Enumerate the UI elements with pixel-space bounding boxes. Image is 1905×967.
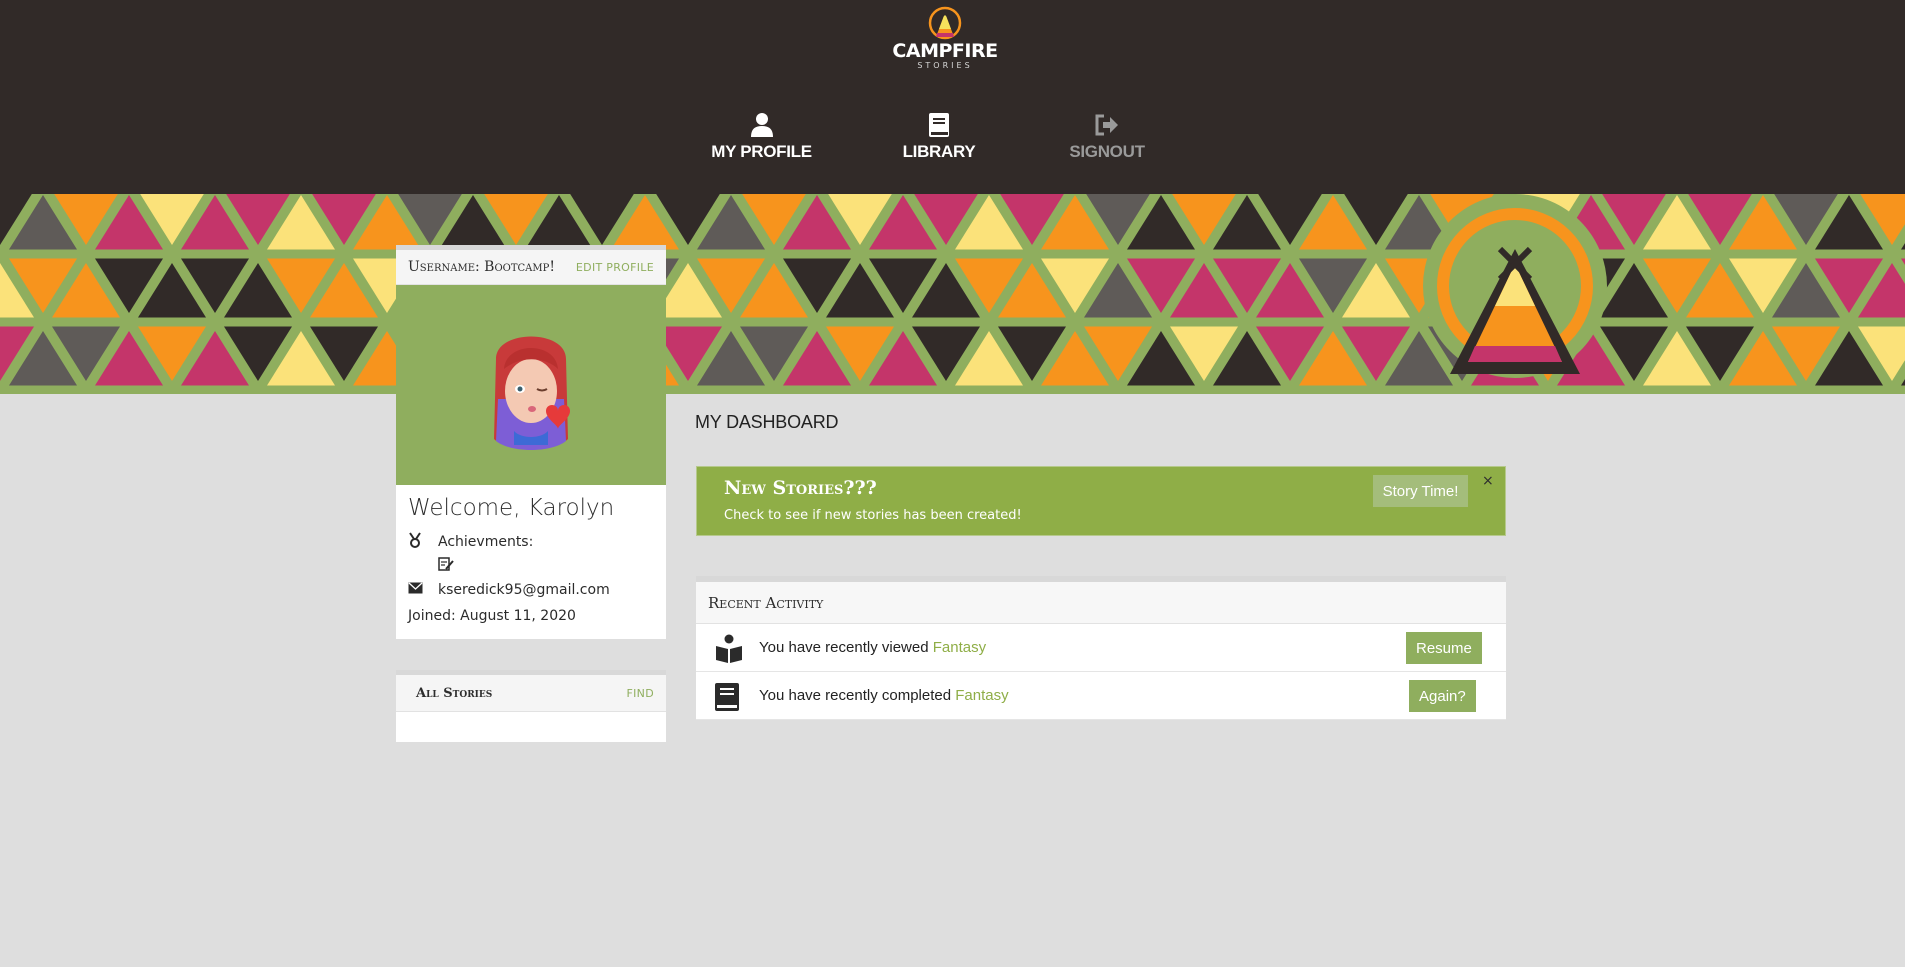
top-navbar: CAMPFIRE STORIES MY PROFILE LIBRARY SIGN… [0,0,1905,194]
username-label: Username: Bootcamp! [408,259,555,275]
activity-row: You have recently viewed Fantasy Resume [696,624,1506,672]
nav-signout[interactable]: SIGNOUT [1068,112,1146,166]
book-reader-icon [716,634,742,663]
activity-prefix: You have recently viewed [759,639,933,656]
achievements-row: Achievments: [396,531,666,553]
all-stories-header: All Stories FIND [396,670,666,712]
recent-activity-title: Recent Activity [708,593,824,612]
profile-card-header: Username: Bootcamp! EDIT PROFILE [396,245,666,285]
joined-value: Joined: August 11, 2020 [408,608,576,624]
page-title: MY DASHBOARD [695,412,839,432]
teepee-logo-icon [928,6,962,40]
resume-button[interactable]: Resume [1406,632,1482,664]
envelope-icon [408,582,438,598]
book-icon [929,113,949,137]
profile-card: Username: Bootcamp! EDIT PROFILE Welcome… [396,245,666,639]
campfire-logo[interactable]: CAMPFIRE STORIES [890,6,1000,78]
nav-my-profile-label: MY PROFILE [711,142,812,161]
find-stories-link[interactable]: FIND [627,687,654,700]
sign-out-icon [1095,114,1118,136]
triangle-pattern-banner [0,194,1905,394]
activity-story-link[interactable]: Fantasy [955,687,1008,704]
signature-icon [438,557,454,571]
joined-row: Joined: August 11, 2020 [396,605,666,627]
user-icon [750,113,773,137]
close-icon[interactable]: × [1482,473,1494,489]
email-value: kseredick95@gmail.com [438,582,610,598]
triangle-pattern [0,194,1905,386]
email-row: kseredick95@gmail.com [396,579,666,601]
nav-library[interactable]: LIBRARY [900,112,978,166]
nav-my-profile[interactable]: MY PROFILE [710,112,813,166]
nav-library-label: LIBRARY [902,142,976,161]
logo-subtext: STORIES [917,61,973,70]
story-time-button[interactable]: Story Time! [1373,475,1468,507]
edit-profile-link[interactable]: EDIT PROFILE [576,261,654,274]
activity-story-link[interactable]: Fantasy [933,639,986,656]
activity-prefix: You have recently completed [759,687,956,704]
book-icon [715,683,739,711]
activity-text: You have recently viewed Fantasy [759,639,986,656]
teepee-emblem-icon [1423,194,1607,378]
again-button[interactable]: Again? [1409,680,1476,712]
medal-icon [408,532,438,552]
nav-signout-label: SIGNOUT [1069,142,1145,161]
recent-activity-card: Recent Activity You have recently viewed… [696,576,1506,720]
recent-activity-header: Recent Activity [696,576,1506,624]
avatar-panel [396,285,666,485]
new-stories-alert: New Stories??? Check to see if new stori… [696,466,1506,536]
achievements-label: Achievments: [438,534,534,550]
welcome-heading: Welcome, Karolyn [408,495,615,521]
activity-row: You have recently completed Fantasy Agai… [696,672,1506,720]
alert-body: Check to see if new stories has been cre… [724,508,1022,523]
achievement-badges [396,553,666,575]
activity-text: You have recently completed Fantasy [759,687,1009,704]
all-stories-title: All Stories [416,685,493,701]
logo-text: CAMPFIRE [892,40,998,62]
avatar [494,336,570,450]
alert-title: New Stories??? [724,477,877,499]
all-stories-card: All Stories FIND [396,670,666,742]
